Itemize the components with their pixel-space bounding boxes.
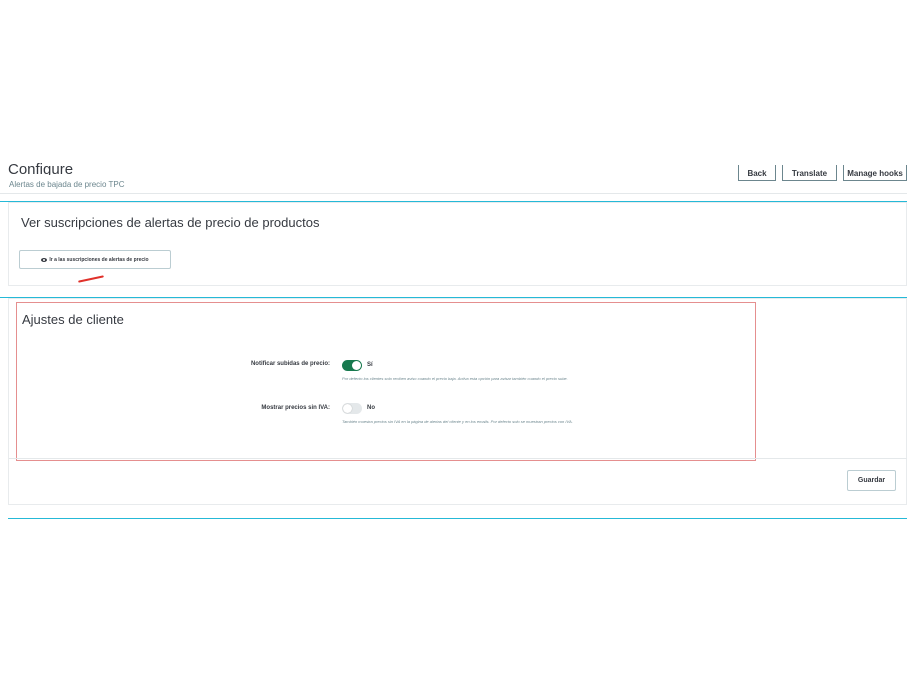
notify-price-increase-toggle[interactable] [342, 360, 362, 371]
annotation-highlight-box [16, 302, 756, 461]
translate-button[interactable]: Translate [782, 165, 837, 181]
bottom-panel-accent [8, 518, 907, 519]
settings-panel-title: Ajustes de cliente [22, 312, 124, 327]
save-button[interactable]: Guardar [847, 470, 896, 491]
subscriptions-link-label: Ir a las suscripciones de alertas de pre… [49, 256, 149, 263]
subscriptions-panel-title: Ver suscripciones de alertas de precio d… [21, 215, 320, 230]
show-prices-without-tax-label: Mostrar precios sin IVA: [261, 405, 330, 411]
notify-price-increase-state: Sí [367, 362, 373, 368]
show-prices-without-tax-state: No [367, 405, 375, 411]
manage-hooks-button[interactable]: Manage hooks [843, 165, 907, 181]
show-prices-without-tax-toggle[interactable] [342, 403, 362, 414]
notify-price-increase-label: Notificar subidas de precio: [250, 361, 330, 367]
settings-footer-divider [9, 458, 907, 459]
page-title: Configure [8, 161, 74, 175]
eye-icon [41, 257, 48, 262]
notify-price-increase-help: Por defecto los clientes solo reciben av… [342, 376, 568, 381]
header-divider [0, 193, 907, 194]
subscriptions-link-button[interactable]: Ir a las suscripciones de alertas de pre… [19, 250, 171, 269]
show-prices-without-tax-help: También muestra precios sin IVA en la pá… [342, 419, 573, 424]
back-button[interactable]: Back [738, 165, 776, 181]
page-subtitle: Alertas de bajada de precio TPC [9, 180, 125, 189]
